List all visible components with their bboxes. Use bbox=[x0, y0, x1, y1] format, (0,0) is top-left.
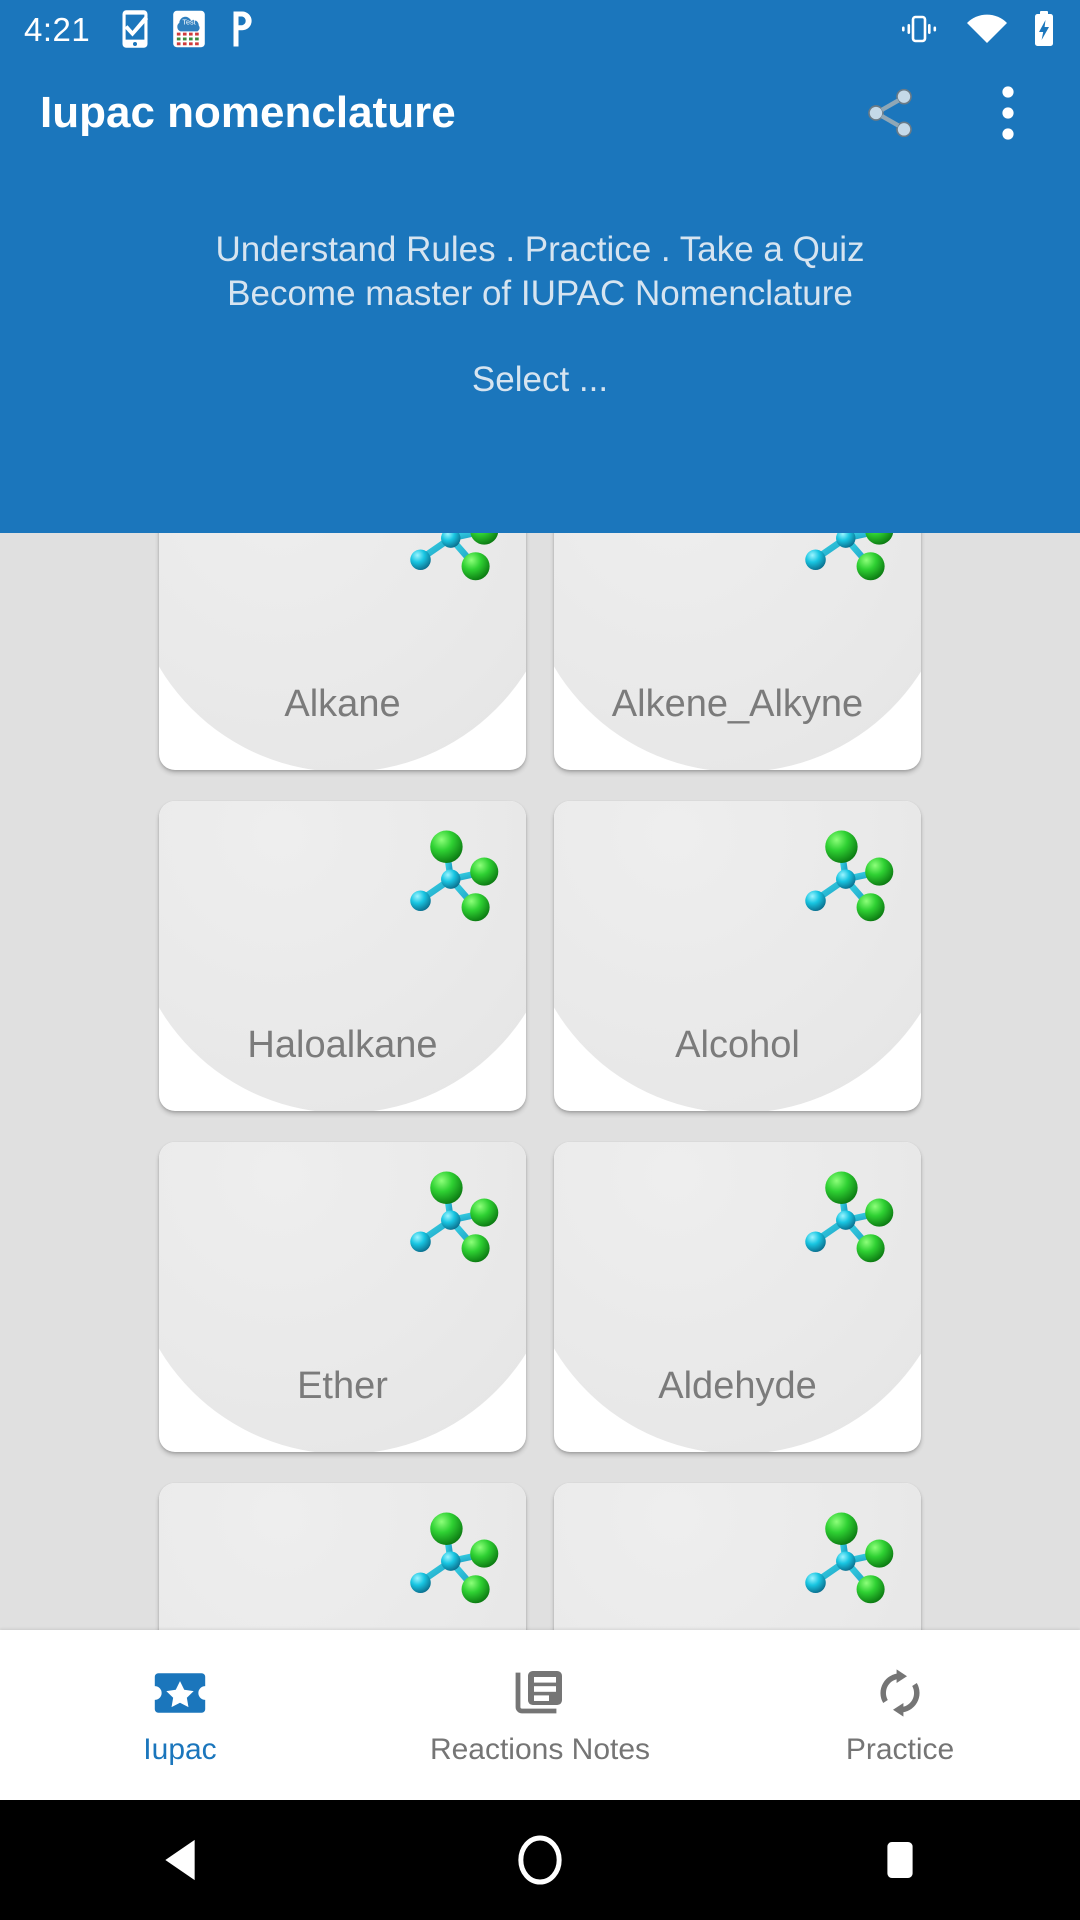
more-vert-icon bbox=[1002, 86, 1014, 140]
system-recents-button[interactable] bbox=[840, 1800, 960, 1920]
category-card[interactable]: Aldehyde bbox=[554, 1142, 921, 1452]
app-screen: 4:21 Test Iupac nomenclature Understand … bbox=[0, 0, 1080, 1920]
molecule-icon bbox=[805, 1171, 894, 1263]
category-card-label: Alkane bbox=[284, 683, 401, 725]
bottom-nav-label-iupac: Iupac bbox=[143, 1733, 217, 1766]
wifi-icon bbox=[967, 14, 1007, 43]
category-card[interactable]: Haloalkane bbox=[159, 801, 526, 1111]
ticket-star-icon-wrap bbox=[153, 1665, 207, 1721]
battery-charging-icon bbox=[1035, 11, 1053, 46]
category-card-label: Aldehyde bbox=[658, 1365, 817, 1407]
share-icon bbox=[868, 88, 912, 138]
molecule-icon bbox=[805, 830, 894, 922]
category-grid-scroll-area[interactable]: Alkane Alkene_Alkyne Haloalkane Alcohol … bbox=[0, 533, 1080, 1630]
bottom-nav-label-reactions-notes: Reactions Notes bbox=[429, 1733, 651, 1766]
category-card[interactable]: Alkane bbox=[159, 533, 526, 770]
molecule-icon bbox=[410, 1171, 499, 1263]
article-icon-wrap bbox=[514, 1665, 566, 1721]
status-bar-notification-icons: Test bbox=[120, 9, 254, 49]
svg-text:Test: Test bbox=[183, 18, 196, 27]
category-card-label: Ether bbox=[297, 1365, 388, 1407]
headline-block: Understand Rules . Practice . Take a Qui… bbox=[0, 228, 1080, 316]
back-triangle-icon bbox=[165, 1839, 195, 1881]
bottom-nav-item-iupac[interactable]: Iupac bbox=[0, 1665, 360, 1765]
ticket-star-icon bbox=[154, 1673, 206, 1713]
recents-square-icon bbox=[887, 1842, 913, 1878]
system-back-button[interactable] bbox=[120, 1800, 240, 1920]
category-card-label: Alkene_Alkyne bbox=[611, 683, 864, 725]
category-card[interactable] bbox=[159, 1483, 526, 1630]
vibrate-icon bbox=[902, 15, 937, 43]
molecule-icon bbox=[805, 1512, 894, 1604]
app-bar: Iupac nomenclature bbox=[0, 58, 1080, 168]
category-card[interactable] bbox=[554, 1483, 921, 1630]
category-card-label: Alcohol bbox=[675, 1024, 800, 1066]
molecule-icon bbox=[410, 533, 499, 581]
category-card-label: Haloalkane bbox=[247, 1024, 438, 1066]
bottom-nav-item-reactions-notes[interactable]: Reactions Notes bbox=[360, 1665, 720, 1765]
article-icon bbox=[515, 1671, 562, 1714]
sync-refresh-icon bbox=[880, 1669, 920, 1717]
overflow-menu-button[interactable] bbox=[976, 81, 1040, 145]
select-prompt: Select ... bbox=[471, 360, 609, 399]
category-card[interactable]: Ether bbox=[159, 1142, 526, 1452]
test-calendar-notification-icon: Test bbox=[173, 10, 206, 48]
bottom-nav-label-practice: Practice bbox=[845, 1733, 955, 1766]
headline-line-1: Understand Rules . Practice . Take a Qui… bbox=[215, 230, 865, 269]
status-bar-clock: 4:21 bbox=[24, 10, 91, 48]
molecule-icon bbox=[805, 533, 894, 581]
headline-line-2: Become master of IUPAC Nomenclature bbox=[227, 274, 853, 313]
phone-check-notification-icon bbox=[122, 10, 149, 48]
sync-refresh-icon-wrap bbox=[874, 1665, 926, 1721]
bottom-navigation-bar: Iupac Reactions Notes Practice bbox=[0, 1630, 1080, 1800]
category-card[interactable]: Alkene_Alkyne bbox=[554, 533, 921, 770]
status-bar-system-icons bbox=[896, 11, 1056, 47]
app-bar-actions bbox=[858, 81, 1040, 145]
category-grid: Alkane Alkene_Alkyne Haloalkane Alcohol … bbox=[0, 533, 1080, 1630]
page-title: Iupac nomenclature bbox=[40, 88, 456, 137]
status-bar: 4:21 Test bbox=[0, 0, 1080, 58]
p-parking-notification-icon bbox=[233, 11, 252, 47]
system-home-button[interactable] bbox=[480, 1800, 600, 1920]
molecule-icon bbox=[410, 830, 499, 922]
category-card[interactable]: Alcohol bbox=[554, 801, 921, 1111]
bottom-nav-item-practice[interactable]: Practice bbox=[720, 1665, 1080, 1765]
home-circle-icon bbox=[518, 1835, 562, 1885]
android-system-navigation-bar bbox=[0, 1800, 1080, 1920]
share-button[interactable] bbox=[858, 81, 922, 145]
molecule-icon bbox=[410, 1512, 499, 1604]
